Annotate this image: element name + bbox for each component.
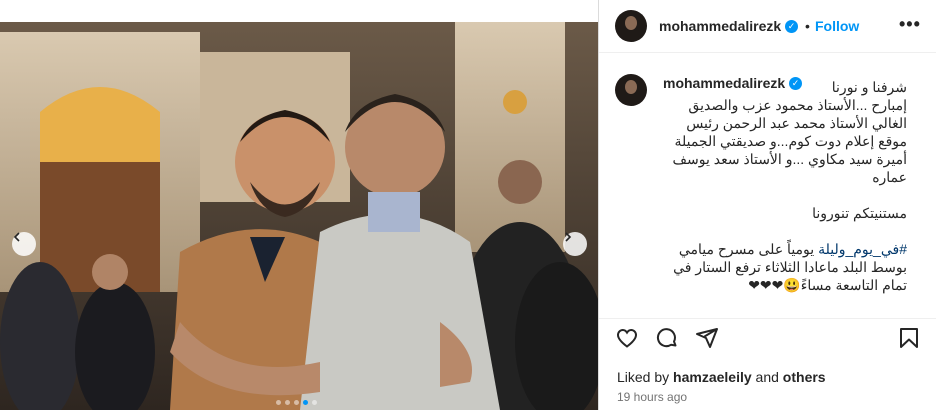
caption-text: يومياً على مسرح ميامي (678, 241, 819, 257)
carousel-indicator (276, 400, 317, 405)
follow-button[interactable]: Follow (815, 18, 859, 34)
post-photo[interactable] (0, 22, 598, 410)
carousel-dot-active (303, 400, 308, 405)
likes-summary: Liked by hamzaeleily and others (617, 369, 826, 385)
heart-icon[interactable] (615, 326, 639, 350)
caption-line: أميرة سيد مكاوي ...و الأستاذ سعد يوسف (672, 151, 907, 167)
comment-icon[interactable] (655, 326, 679, 350)
carousel-dot (312, 400, 317, 405)
caption-avatar[interactable] (615, 74, 647, 106)
caption-line: موقع إعلام دوت كوم...و صديقتي الجميلة (674, 133, 907, 149)
avatar[interactable] (615, 10, 647, 42)
instagram-post: mohammedalirezk ✓ • Follow ••• mohammeda… (0, 0, 936, 410)
caption-line: شرفنا و نورنا (831, 79, 907, 95)
header-username[interactable]: mohammedalirezk (659, 18, 781, 34)
post-side-panel: mohammedalirezk ✓ • Follow ••• mohammeda… (598, 0, 936, 410)
hashtag-link[interactable]: #في_يوم_وليلة (818, 241, 907, 257)
chevron-right-icon (565, 232, 572, 242)
share-icon[interactable] (695, 326, 719, 350)
post-timestamp[interactable]: 19 hours ago (617, 390, 687, 404)
caption-line: الغالي الأستاذ محمد عبد الرحمن رئيس (686, 115, 907, 131)
more-options-icon[interactable]: ••• (899, 14, 921, 35)
post-header: mohammedalirezk ✓ • Follow ••• (599, 0, 936, 53)
caption-line: #في_يوم_وليلة يومياً على مسرح ميامي (665, 240, 907, 258)
verified-badge-icon: ✓ (785, 20, 798, 33)
bookmark-icon[interactable] (897, 326, 921, 350)
caption-line: بوسط البلد ماعادا الثلاثاء ترفع الستار ف… (673, 259, 907, 275)
photo-image (0, 22, 598, 410)
carousel-dot (276, 400, 281, 405)
carousel-prev-button[interactable] (12, 232, 36, 256)
post-caption: شرفنا و نورنا إمبارح ...الأستاذ محمود عز… (665, 78, 907, 294)
caption-line: إمبارح ...الأستاذ محمود عزب والصديق (688, 97, 907, 113)
likes-others-link[interactable]: others (783, 369, 826, 385)
divider (599, 318, 936, 319)
carousel-dot (285, 400, 290, 405)
caption-line: تمام التاسعة مساءً😃❤❤❤ (748, 277, 907, 293)
carousel-next-button[interactable] (563, 232, 587, 256)
header-separator: • (805, 18, 810, 34)
post-actions (599, 326, 936, 356)
likes-and: and (755, 369, 779, 385)
liked-by-user[interactable]: hamzaeleily (673, 369, 752, 385)
chevron-left-icon (13, 232, 20, 242)
caption-line: مستنيتكم تنورونا (812, 205, 907, 221)
caption-line: عماره (872, 169, 907, 185)
likes-prefix: Liked by (617, 369, 670, 385)
carousel-dot (294, 400, 299, 405)
